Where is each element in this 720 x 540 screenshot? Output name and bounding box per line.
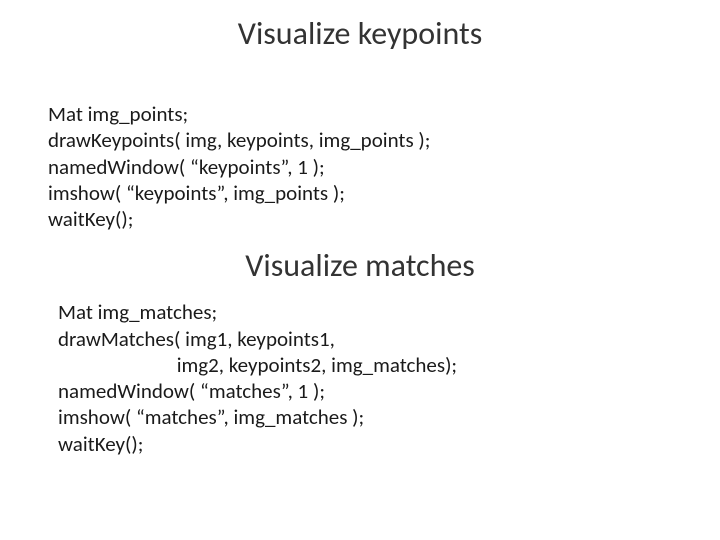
- heading-keypoints: Visualize keypoints: [0, 0, 720, 53]
- code-line: namedWindow( “matches”, 1 );: [58, 378, 720, 404]
- code-line: imshow( “matches”, img_matches );: [58, 404, 720, 430]
- code-line: waitKey();: [58, 431, 720, 457]
- code-line: drawMatches( img1, keypoints1,: [58, 326, 720, 352]
- heading-matches: Visualize matches: [0, 246, 720, 285]
- code-line: Mat img_matches;: [58, 299, 720, 325]
- code-line: drawKeypoints( img, keypoints, img_point…: [48, 127, 720, 153]
- code-block-keypoints: Mat img_points; drawKeypoints( img, keyp…: [48, 101, 720, 232]
- code-line: imshow( “keypoints”, img_points );: [48, 180, 720, 206]
- code-line: namedWindow( “keypoints”, 1 );: [48, 154, 720, 180]
- code-line: Mat img_points;: [48, 101, 720, 127]
- code-line: waitKey();: [48, 206, 720, 232]
- code-block-matches: Mat img_matches; drawMatches( img1, keyp…: [58, 299, 720, 457]
- code-line: img2, keypoints2, img_matches);: [58, 352, 720, 378]
